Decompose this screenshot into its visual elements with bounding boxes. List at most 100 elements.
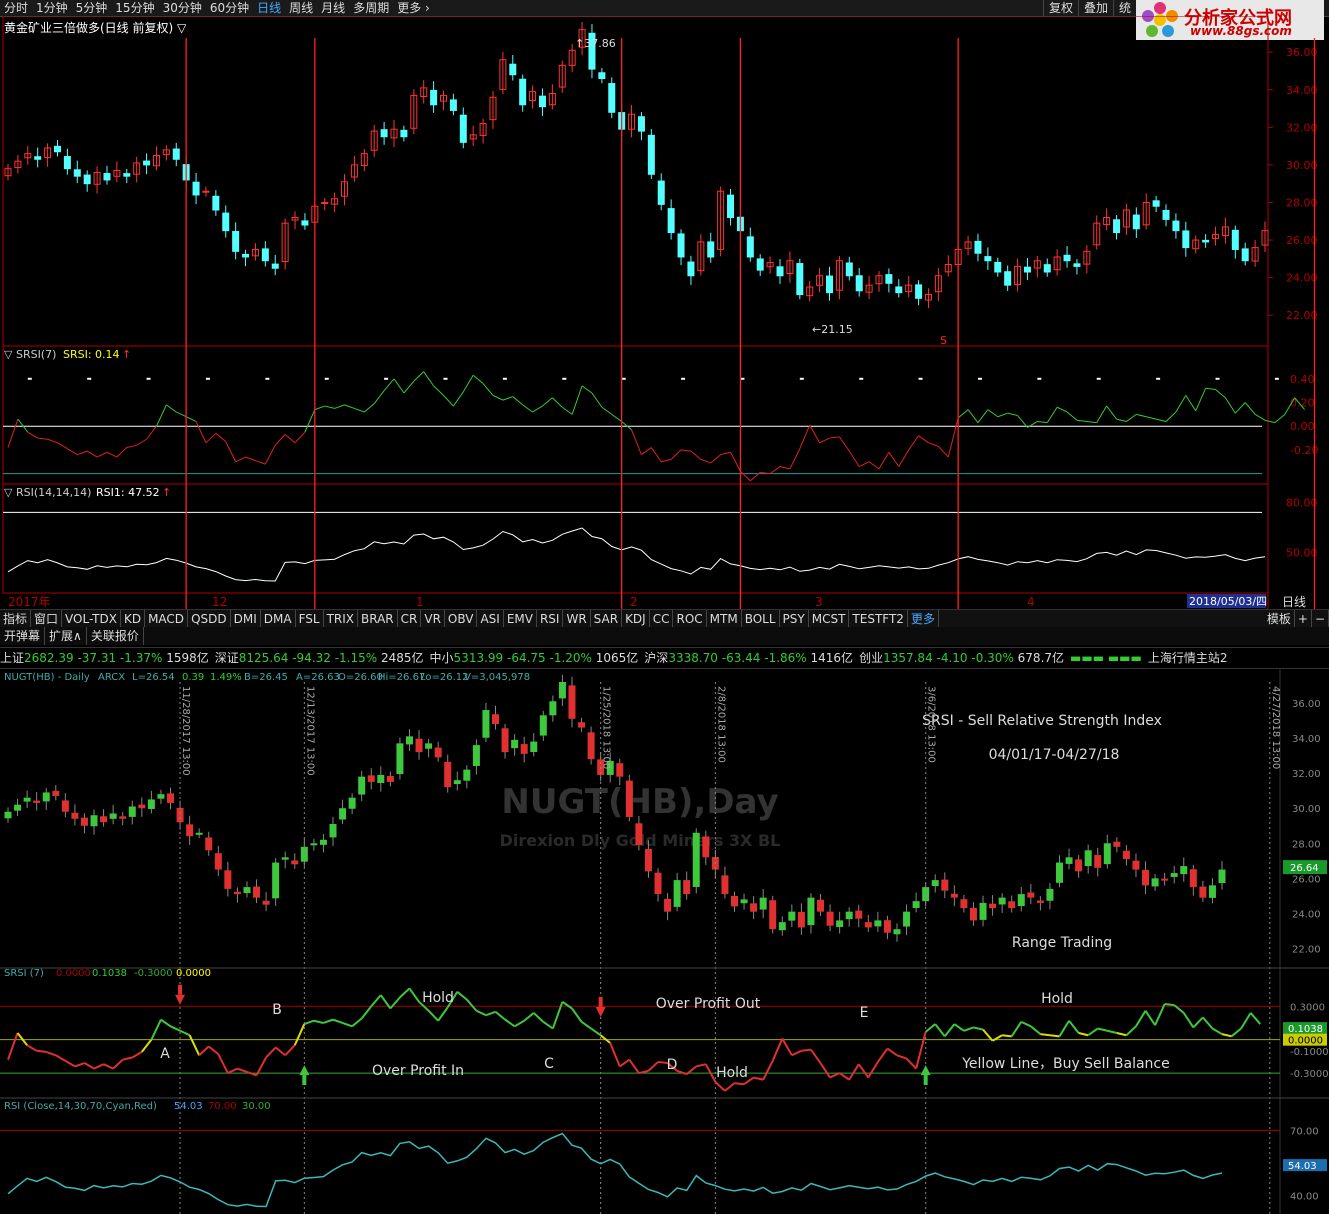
period-tab[interactable]: 15分钟 [111,0,158,16]
rsi-tick-label: 50.00 [1286,547,1318,560]
indicator-tab[interactable]: VR [421,610,445,628]
index-value: 5313.99 [453,651,504,665]
period-tab[interactable]: 月线 [317,0,349,16]
bottom-srsi-seg [647,1061,659,1072]
indicator-tab[interactable]: KDJ [622,610,650,628]
index-quote[interactable]: 中小5313.99 -64.75 -1.20% 1065亿 [430,648,639,668]
indicator-tab[interactable]: 指标 [0,610,32,628]
period-tab[interactable]: 1分钟 [32,0,72,16]
indicator-tab[interactable]: FSL [296,610,324,628]
indicator-tab[interactable]: 更多 [908,610,939,628]
bottom-candle [61,800,69,812]
bottom-srsi-seg [170,1025,181,1032]
period-tab[interactable]: 5分钟 [72,0,112,16]
indicator-tab[interactable]: MCST [809,610,850,628]
srsi-line-seg [987,409,999,418]
indicator-tab[interactable]: PSY [780,610,809,628]
candle [53,145,61,153]
indicator-tab[interactable]: SAR [591,610,623,628]
index-quote[interactable]: 深证8125.64 -94.32 -1.15% 2485亿 [215,648,424,668]
indicator-tab[interactable]: CR [398,610,422,628]
bottom-srsi-seg [724,1082,736,1092]
rsi-line [7,527,1266,582]
period-tab[interactable]: 多周期 [349,0,393,16]
low-price-label: ←21.15 [812,323,853,336]
srsi-line-seg [1215,389,1226,399]
bottom-candle [1094,855,1102,868]
indicator-tab[interactable]: RSI [537,610,564,628]
period-tab[interactable]: 60分钟 [206,0,253,16]
period-tab[interactable]: 更多 › [393,0,434,16]
bottom-candle [989,903,997,909]
index-amount: 678.7亿 [1013,651,1065,665]
extension-tab[interactable]: 关联报价 [87,627,144,645]
bottom-srsi-seg [275,1046,286,1057]
candle [1043,264,1051,273]
price-tick-label: 34.00 [1286,84,1318,97]
candle [667,208,675,234]
indicator-tab[interactable]: ASI [477,610,504,628]
bottom-candle [778,922,786,931]
bottom-srsi-seg [74,1062,85,1068]
bottom-event-date: 1/25/2018 13:00 [601,686,612,769]
bottom-price-tick: 28.00 [1292,839,1321,850]
indicator-tab[interactable]: TRIX [324,610,358,628]
index-quote[interactable]: 上证2682.39 -37.31 -1.37% 1598亿 [0,648,209,668]
candle [1073,263,1081,267]
srsi-line-seg [1046,406,1058,423]
period-tab[interactable]: 日线 [253,0,285,16]
indicator-tab[interactable]: KD [121,610,146,628]
period-tab[interactable]: 30分钟 [159,0,206,16]
index-amount: 1598亿 [162,651,209,665]
candle [1004,271,1012,286]
indicator-tab[interactable]: EMV [504,610,537,628]
extension-tab[interactable]: 开弹幕 [0,627,46,645]
candle [242,253,250,258]
template-tab[interactable]: 模板 [1264,610,1295,628]
index-value: 8125.64 [238,651,289,665]
bottom-candle [979,902,987,920]
indicator-tab[interactable]: MACD [145,610,189,628]
station-label[interactable]: 上海行情主站2 [1148,648,1228,668]
indicator-tab[interactable]: TESTFT2 [849,610,908,628]
candle [1172,220,1180,232]
indicator-tab[interactable]: DMI [231,610,261,628]
toolbar-button[interactable]: 复权 [1043,0,1078,16]
index-quote[interactable]: 创业1357.84 -4.10 -0.30% 678.7亿 [859,648,1064,668]
index-quote[interactable]: 沪深3338.70 -63.44 -1.86% 1416亿 [644,648,853,668]
extension-tab[interactable]: 扩展∧ [45,627,87,645]
bottom-candle [998,897,1006,905]
template-tab[interactable]: + [1295,610,1312,628]
bottom-candle [721,875,729,895]
indicator-tab[interactable]: OBV [445,610,478,628]
srsi-line-seg [7,418,19,448]
indicator-tab[interactable]: 窗口 [31,610,63,628]
indicator-tab[interactable]: BRAR [358,610,398,628]
indicator-tab[interactable]: DMA [261,610,296,628]
template-tab[interactable]: − [1312,610,1329,628]
bottom-srsi-seg [943,1023,956,1037]
candle [1231,229,1239,250]
period-tab[interactable]: 分时 [0,0,32,16]
period-label: 日线 [1282,595,1306,609]
month-label: 1 [416,595,424,609]
indicator-tab[interactable]: ROC [673,610,707,628]
toolbar-button[interactable]: 叠加 [1078,0,1113,16]
srsi-line-seg [344,404,355,409]
candle [974,240,982,254]
bottom-event-date: 12/13/2017 13:00 [304,686,315,776]
srsi-line-seg [561,406,573,415]
bottom-candle [855,910,863,919]
indicator-tab[interactable]: VOL-TDX [62,610,121,628]
indicator-tab[interactable]: QSDD [188,610,231,628]
indicator-tab[interactable]: MTM [707,610,742,628]
bottom-srsi-seg [1107,1029,1118,1034]
toolbar-button[interactable]: 统 [1113,0,1136,16]
period-tab[interactable]: 周线 [285,0,317,16]
bottom-srsi-seg [1040,1033,1051,1037]
bottom-srsi-seg [1020,1020,1032,1028]
indicator-tab[interactable]: CC [650,610,674,628]
indicator-tab[interactable]: WR [563,610,591,628]
indicator-tab[interactable]: BOLL [742,610,780,628]
srsi-line-seg [116,447,128,458]
